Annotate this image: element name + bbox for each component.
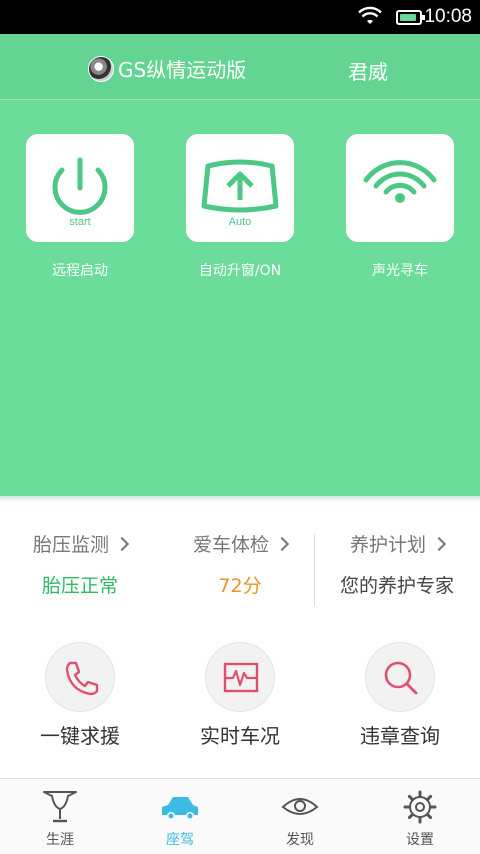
nav-label-career: 生涯 xyxy=(46,832,74,848)
nav-item-career[interactable]: 生涯 xyxy=(0,789,120,849)
nav-item-discover[interactable]: 发现 xyxy=(240,789,360,849)
remote-start-button[interactable]: start 远程启动 xyxy=(25,134,135,280)
car-checkup-card[interactable]: 爱车体检 72分 xyxy=(160,530,320,598)
chevron-right-icon xyxy=(274,536,290,552)
live-status-label: 实时车况 xyxy=(200,724,280,748)
signal-icon xyxy=(363,160,437,203)
search-icon xyxy=(384,661,418,695)
gear-icon xyxy=(403,790,437,824)
auto-window-label: 自动升窗/ON xyxy=(198,263,282,279)
car-model-selector[interactable]: GS纵情运动版 xyxy=(88,54,246,83)
remote-start-tile[interactable]: start xyxy=(26,134,134,242)
find-car-tile[interactable] xyxy=(346,134,454,242)
emergency-call-button[interactable]: 一键求援 xyxy=(10,642,150,749)
nav-item-garage[interactable]: 座驾 xyxy=(120,789,240,849)
auto-window-tile[interactable]: Auto xyxy=(186,134,294,242)
brand-label[interactable]: 君威 xyxy=(348,56,388,85)
heartbeat-monitor-icon xyxy=(223,662,259,693)
chevron-right-icon xyxy=(114,536,130,552)
violation-query-button[interactable]: 违章查询 xyxy=(330,642,470,749)
trophy-icon xyxy=(43,791,77,823)
panel-shadow xyxy=(0,496,480,502)
find-car-button[interactable]: 声光寻车 xyxy=(345,134,455,280)
wifi-icon xyxy=(358,6,382,24)
car-checkup-title: 爱车体检 xyxy=(192,534,269,556)
nav-item-settings[interactable]: 设置 xyxy=(360,789,480,849)
emergency-call-label: 一键求援 xyxy=(40,724,120,748)
nav-label-garage: 座驾 xyxy=(166,832,194,848)
live-status-button[interactable]: 实时车况 xyxy=(170,642,310,749)
maintenance-plan-value: 您的养护专家 xyxy=(339,575,454,597)
status-time: 10:08 xyxy=(424,6,472,27)
eye-icon xyxy=(281,798,319,815)
maintenance-plan-card[interactable]: 养护计划 您的养护专家 xyxy=(317,530,477,598)
remote-start-label: 远程启动 xyxy=(52,263,108,279)
info-row: 胎压监测 胎压正常 爱车体检 72分 养护计划 您的养护专家 xyxy=(0,530,480,610)
nav-label-settings: 设置 xyxy=(406,832,434,848)
bottom-nav: 生涯 座驾 发现 设置 xyxy=(0,778,480,854)
battery-icon xyxy=(396,10,425,25)
maintenance-plan-title: 养护计划 xyxy=(349,534,426,556)
auto-window-button[interactable]: Auto 自动升窗/ON xyxy=(185,134,295,280)
find-car-label: 声光寻车 xyxy=(372,263,428,279)
header: GS纵情运动版 君威 xyxy=(0,34,480,100)
nav-label-discover: 发现 xyxy=(286,832,314,848)
tire-pressure-value: 胎压正常 xyxy=(41,575,118,597)
live-status-circle[interactable] xyxy=(205,642,275,712)
phone-icon xyxy=(65,661,99,696)
tire-pressure-card[interactable]: 胎压监测 胎压正常 xyxy=(0,530,160,598)
divider xyxy=(314,534,315,606)
violation-query-circle[interactable] xyxy=(365,642,435,712)
car-icon xyxy=(162,797,198,820)
status-bar: 10:08 xyxy=(0,0,480,34)
emergency-call-circle[interactable] xyxy=(45,642,115,712)
car-model-label: GS纵情运动版 xyxy=(118,58,247,82)
chevron-right-icon xyxy=(431,536,447,552)
violation-query-label: 违章查询 xyxy=(360,724,440,748)
tire-pressure-title: 胎压监测 xyxy=(32,534,109,556)
car-checkup-score: 72分 xyxy=(218,575,262,597)
auto-tile-text: Auto xyxy=(228,216,252,228)
start-tile-text: start xyxy=(69,216,91,228)
avatar xyxy=(88,55,114,82)
